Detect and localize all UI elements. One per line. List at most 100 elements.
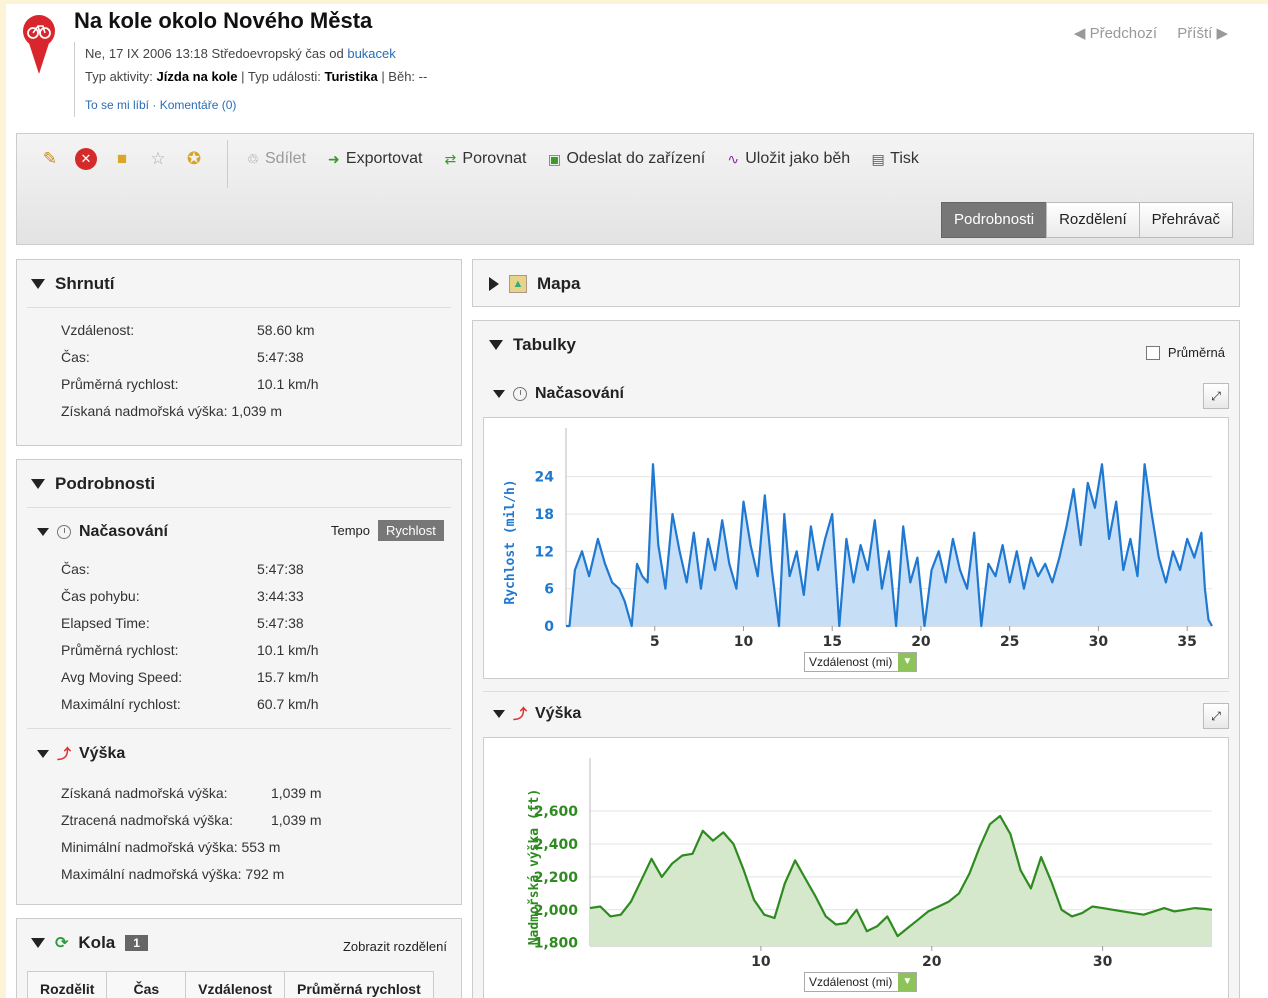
share-button[interactable]: ♲ Sdílet xyxy=(245,150,306,168)
share-label: Sdílet xyxy=(265,150,306,167)
timing-title: Načasování xyxy=(79,523,168,540)
elevation-chart-header[interactable]: ⤴ Výška xyxy=(493,704,581,724)
timing-key: Čas: xyxy=(61,561,90,577)
timing-chart-title: Načasování xyxy=(535,385,624,402)
toggle-pace[interactable]: Tempo xyxy=(323,520,378,541)
send-device-icon: ▣ xyxy=(547,151,562,167)
show-splits-link[interactable]: Zobrazit rozdělení xyxy=(343,939,447,954)
summary-value: 1,039 m xyxy=(231,403,282,419)
laps-icon: ⟳ xyxy=(55,935,69,952)
elevation-key: Maximální nadmořská výška: xyxy=(61,866,242,882)
collapse-arrow-icon xyxy=(489,340,503,350)
summary-key: Získaná nadmořská výška: xyxy=(61,403,228,419)
activity-type-value: Jízda na kole xyxy=(156,69,238,84)
x-axis-select[interactable]: Vzdálenost (mi) ▼ xyxy=(804,972,918,992)
badge-icon[interactable]: ✪ xyxy=(183,148,205,170)
send-to-device-button[interactable]: ▣ Odeslat do zařízení xyxy=(546,150,705,168)
map-panel: ▲ Mapa xyxy=(472,259,1240,307)
print-button[interactable]: ▤ Tisk xyxy=(870,150,919,168)
x-tick-label: 10 xyxy=(734,634,754,650)
timing-chart-header[interactable]: Načasování xyxy=(493,385,624,403)
like-link[interactable]: To se mi líbí xyxy=(85,98,149,112)
x-tick-label: 15 xyxy=(822,634,841,650)
prev-next-nav: ◀ Předchozí Příští ▶ xyxy=(1058,24,1228,42)
dropdown-arrow-icon: ▼ xyxy=(898,653,917,671)
expand-chart-icon[interactable]: ⤢ xyxy=(1203,703,1229,729)
x-axis-select-label: Vzdálenost (mi) xyxy=(809,975,893,989)
next-link[interactable]: Příští ▶ xyxy=(1177,25,1228,42)
speed-chart-svg: 0 6 12 18 24 5 10 15 20 25 30 35 Rychlost (mil/h) xyxy=(503,428,1213,650)
x-axis-select[interactable]: Vzdálenost (mi) ▼ xyxy=(804,652,918,672)
charts-header[interactable]: Tabulky xyxy=(489,335,576,355)
x-tick-label: 10 xyxy=(751,954,771,970)
laps-table: Rozdělit Čas Vzdálenost Průměrná rychlos… xyxy=(26,971,434,998)
expand-chart-icon[interactable]: ⤢ xyxy=(1203,383,1229,409)
bike-pin-icon xyxy=(23,15,55,74)
elevation-subheader[interactable]: ⤴ Výška xyxy=(37,744,125,764)
elevation-title: Výška xyxy=(79,745,126,762)
printer-icon: ▤ xyxy=(871,151,885,167)
map-title: Mapa xyxy=(537,274,581,293)
divider xyxy=(27,507,451,508)
series-area xyxy=(590,816,1212,946)
prev-link[interactable]: ◀ Předchozí xyxy=(1074,25,1157,42)
collapse-arrow-icon xyxy=(37,750,49,758)
author-link[interactable]: bukacek xyxy=(347,46,395,61)
elevation-value: 1,039 m xyxy=(271,785,322,801)
export-button[interactable]: ➜ Exportovat xyxy=(326,150,422,168)
col-avg-speed[interactable]: Průměrná rychlost xyxy=(284,971,434,998)
date-line: Ne, 17 IX 2006 13:18 Středoevropský čas … xyxy=(85,46,344,61)
col-time[interactable]: Čas xyxy=(106,971,187,998)
activity-meta: Ne, 17 IX 2006 13:18 Středoevropský čas … xyxy=(74,42,427,117)
favorite-star-icon[interactable]: ☆ xyxy=(147,148,169,170)
col-distance[interactable]: Vzdálenost xyxy=(185,971,286,998)
checkbox-box[interactable] xyxy=(1145,345,1160,360)
timing-key: Čas pohybu: xyxy=(61,588,140,604)
elevation-value: 792 m xyxy=(245,866,285,882)
comments-link[interactable]: · Komentáře (0) xyxy=(152,98,236,112)
y-tick-label: 6 xyxy=(544,582,554,598)
summary-key: Průměrná rychlost: xyxy=(61,376,179,392)
lock-icon[interactable]: ■ xyxy=(111,148,133,170)
export-icon: ➜ xyxy=(328,151,340,167)
x-tick-label: 35 xyxy=(1177,634,1196,650)
elevation-chart-svg: 1,8002,0002,2002,4002,60010 20 30Nadmořská… xyxy=(527,758,1213,970)
y-tick-label: 18 xyxy=(535,507,554,523)
laps-title: Kola xyxy=(78,933,116,952)
speed-chart: 0 6 12 18 24 5 10 15 20 25 30 35 Rychlost (mil/h) Vz… xyxy=(483,417,1229,679)
timing-subheader[interactable]: Načasování xyxy=(37,523,168,541)
laps-header[interactable]: ⟳ Kola 1 xyxy=(31,933,148,953)
average-checkbox[interactable]: Průměrná xyxy=(1145,345,1225,360)
y-tick-label: 0 xyxy=(544,619,554,635)
page-title: Na kole okolo Nového Města xyxy=(74,8,373,33)
details-panel: Podrobnosti Načasování Tempo Rychlost Ča… xyxy=(16,459,462,905)
tab-player[interactable]: Přehrávač xyxy=(1138,202,1233,238)
toolbar-divider xyxy=(227,140,228,188)
dropdown-arrow-icon: ▼ xyxy=(898,973,917,991)
summary-header[interactable]: Shrnutí xyxy=(31,274,115,294)
edit-pencil-icon[interactable]: ✎ xyxy=(39,148,61,170)
charts-panel: Tabulky Průměrná Načasování ⤢ 0 6 12 18 24 5 1… xyxy=(472,320,1240,998)
col-split[interactable]: Rozdělit xyxy=(26,971,108,998)
collapse-arrow-icon xyxy=(31,938,45,948)
elevation-value: 1,039 m xyxy=(271,812,322,828)
save-as-run-button[interactable]: ∿ Uložit jako běh xyxy=(725,150,850,168)
tab-splits[interactable]: Rozdělení xyxy=(1046,202,1140,238)
timing-key: Elapsed Time: xyxy=(61,615,150,631)
laps-count-badge: 1 xyxy=(125,935,148,951)
elevation-chart-icon: ⤴ xyxy=(57,746,71,762)
delete-icon[interactable]: ✕ xyxy=(75,148,97,170)
x-tick-label: 25 xyxy=(1000,634,1019,650)
compare-button[interactable]: ⇄ Porovnat xyxy=(442,150,527,168)
average-label: Průměrná xyxy=(1167,345,1225,360)
summary-value: 5:47:38 xyxy=(257,349,304,365)
map-header[interactable]: ▲ Mapa xyxy=(489,274,580,294)
x-tick-label: 5 xyxy=(650,634,660,650)
tab-details[interactable]: Podrobnosti xyxy=(941,202,1048,238)
x-tick-label: 30 xyxy=(1089,634,1109,650)
details-header[interactable]: Podrobnosti xyxy=(31,474,155,494)
event-type-label: | Typ události: xyxy=(241,69,321,84)
y-tick-label: 12 xyxy=(535,544,554,560)
summary-key: Čas: xyxy=(61,349,90,365)
toggle-speed[interactable]: Rychlost xyxy=(378,520,444,541)
